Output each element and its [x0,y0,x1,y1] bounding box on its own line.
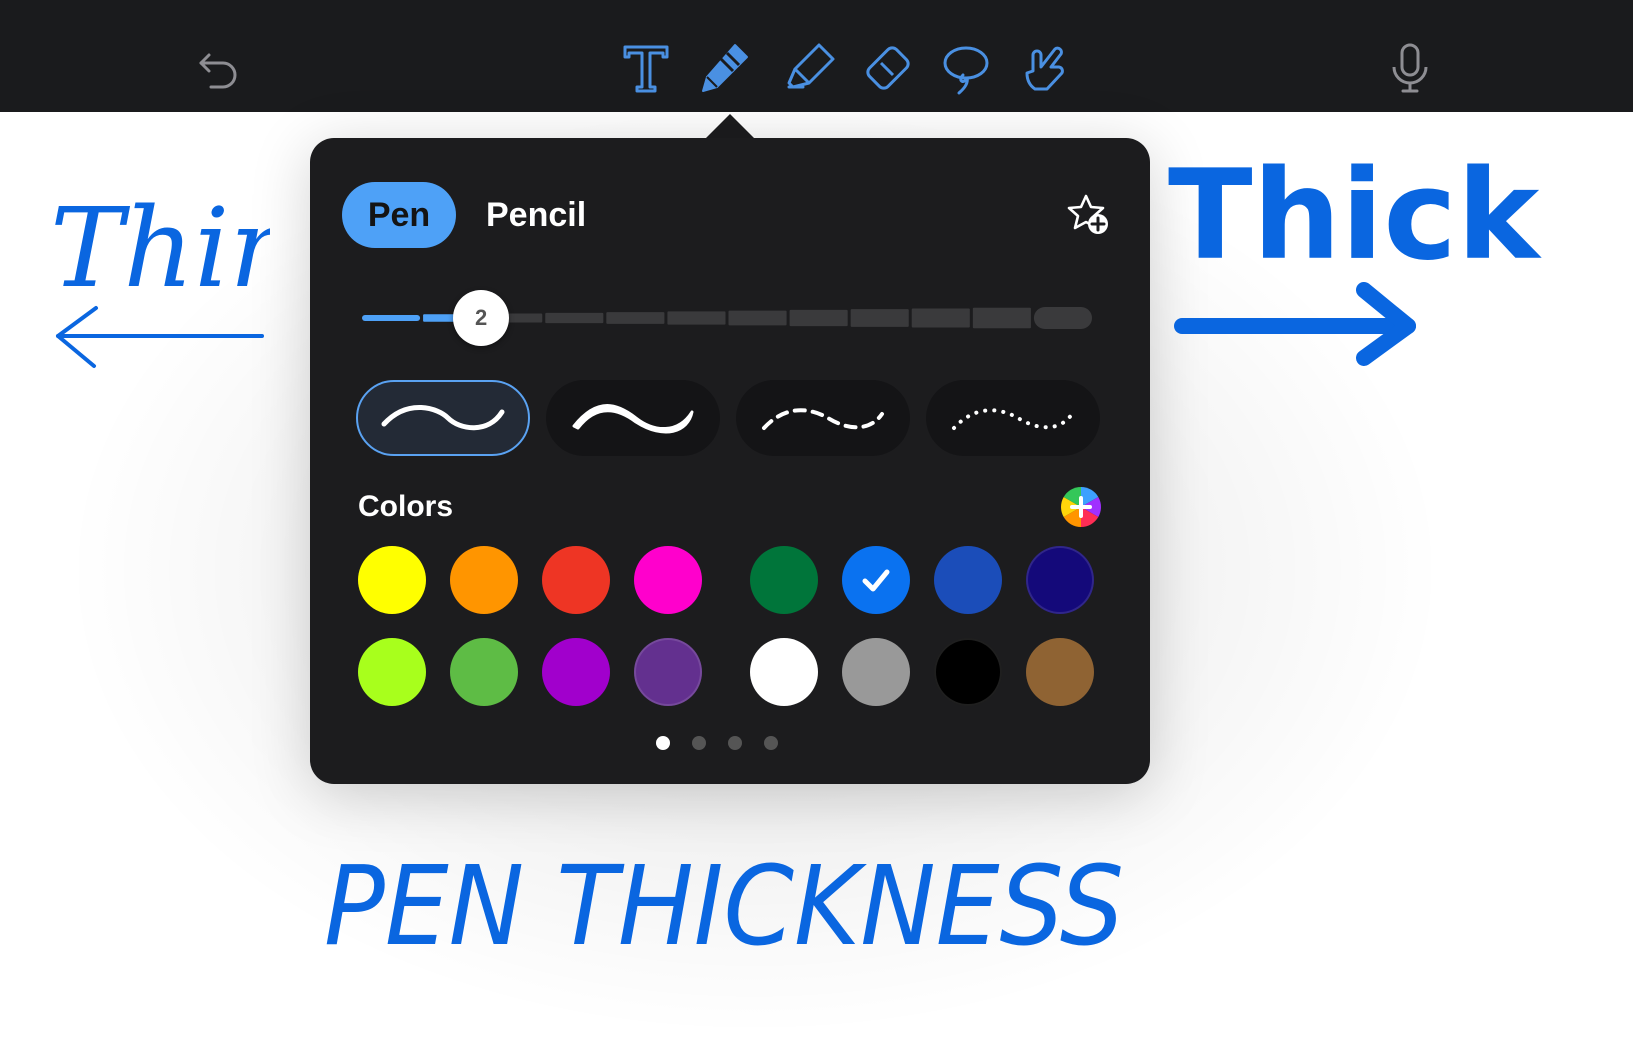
text-tool-button[interactable] [616,38,676,98]
thickness-step[interactable] [850,309,909,327]
pen-tab[interactable]: Pen [342,182,456,248]
variable-stroke-icon [572,404,694,434]
color-swatch[interactable] [542,638,610,706]
color-wheel-plus-icon[interactable] [1060,486,1102,528]
lasso-tool-button[interactable] [936,38,996,98]
pencil-tab[interactable]: Pencil [486,182,586,248]
color-swatch[interactable] [358,638,426,706]
color-swatch[interactable] [542,546,610,614]
thickness-step[interactable] [667,311,726,325]
thick-label: Thick [1168,144,1542,288]
thin-label: Thin [50,190,270,312]
pen-tool-icon [702,44,748,92]
thickness-step[interactable] [362,315,421,321]
color-swatch[interactable] [1026,638,1094,706]
smooth-stroke-icon [381,405,505,431]
pen-tool-button[interactable] [694,38,754,98]
highlighter-tool-icon [787,43,835,89]
pen-thickness-label: PEN THICKNESS [324,842,1124,970]
thickness-step[interactable] [545,312,604,324]
thickness-step[interactable] [972,307,1031,329]
pen-settings-popover: Pen Pencil 2 Colors [310,138,1150,784]
thickness-step[interactable] [728,310,787,326]
color-swatch[interactable] [634,546,702,614]
color-swatch[interactable] [358,546,426,614]
thickness-slider[interactable]: 2 [362,288,1102,348]
color-swatch[interactable] [450,638,518,706]
highlighter-tool-button[interactable] [780,38,840,98]
pen-thickness-title: PEN THICKNESS [324,842,1124,970]
color-swatch[interactable] [750,546,818,614]
microphone-icon [1392,43,1428,93]
color-swatch[interactable] [1026,546,1094,614]
color-swatch[interactable] [934,546,1002,614]
eraser-tool-icon [866,46,910,90]
hand-tool-icon [1025,46,1064,91]
color-swatch[interactable] [842,638,910,706]
lasso-tool-icon [943,46,989,95]
thickness-step[interactable] [1033,307,1092,329]
colors-label: Colors [358,490,454,523]
thickness-step[interactable] [789,309,848,327]
dashed-stroke-icon [762,408,884,430]
thick-annotation: Thick [1168,144,1542,366]
undo-icon [199,53,237,89]
toolbar [0,0,1633,112]
page-dot-4[interactable] [764,736,778,750]
checkmark-icon [862,569,890,592]
page-dot-3[interactable] [728,736,742,750]
color-swatch[interactable] [842,546,910,614]
thickness-knob[interactable]: 2 [453,290,510,346]
color-swatch[interactable] [634,638,702,706]
stroke-style-dotted[interactable] [926,380,1100,456]
undo-button[interactable] [190,38,250,98]
color-swatch[interactable] [450,546,518,614]
stroke-style-dashed[interactable] [736,380,910,456]
color-swatch[interactable] [934,638,1002,706]
thickness-step[interactable] [911,308,970,328]
stroke-style-smooth[interactable] [356,380,530,456]
microphone-button[interactable] [1380,38,1440,98]
dotted-stroke-icon [952,408,1074,430]
text-tool-icon [623,45,669,93]
color-swatch[interactable] [750,638,818,706]
star-plus-icon[interactable] [1064,190,1112,238]
page-dot-2[interactable] [692,736,706,750]
thickness-step[interactable] [606,312,665,324]
eraser-tool-button[interactable] [858,38,918,98]
popover-arrow [704,114,756,140]
page-dot-1[interactable] [656,736,670,750]
stroke-style-variable[interactable] [546,380,720,456]
touch-tool-button[interactable] [1014,38,1074,98]
thin-annotation: Thin [50,190,270,368]
